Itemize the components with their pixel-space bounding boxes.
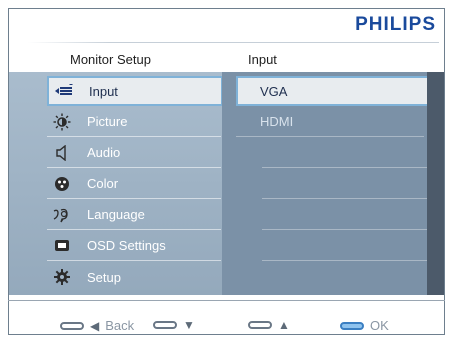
setup-icon bbox=[51, 268, 73, 286]
button-indicator-icon bbox=[153, 321, 177, 329]
left-arrow-icon: ◀ bbox=[90, 318, 100, 333]
menu-item-label: OSD Settings bbox=[87, 238, 166, 253]
menu-item-picture[interactable]: Picture bbox=[47, 107, 221, 137]
button-indicator-icon bbox=[60, 321, 84, 330]
menu-item-label: Language bbox=[87, 207, 145, 222]
header-divider bbox=[28, 42, 439, 43]
menu-item-input[interactable]: Input bbox=[47, 76, 223, 106]
button-indicator-icon bbox=[248, 321, 272, 329]
down-button[interactable]: ▼ bbox=[153, 318, 201, 332]
menu-item-setup[interactable]: Setup bbox=[47, 262, 221, 292]
audio-icon bbox=[51, 144, 73, 162]
menu-item-color[interactable]: Color bbox=[47, 169, 221, 199]
submenu-item-vga[interactable]: VGA bbox=[236, 76, 429, 106]
osd-settings-icon bbox=[51, 237, 73, 255]
submenu-divider bbox=[262, 231, 427, 261]
submenu-item-label: VGA bbox=[260, 83, 288, 99]
ok-button[interactable]: OK bbox=[340, 318, 389, 333]
up-arrow-icon: ▲ bbox=[278, 318, 290, 332]
color-icon bbox=[51, 175, 73, 193]
submenu-divider bbox=[262, 169, 427, 199]
submenu-divider bbox=[262, 200, 427, 230]
submenu-item-hdmi[interactable]: HDMI bbox=[236, 107, 424, 137]
language-icon bbox=[51, 206, 73, 224]
button-indicator-icon bbox=[340, 321, 364, 330]
menu-item-osd-settings[interactable]: OSD Settings bbox=[47, 231, 221, 261]
scroll-strip bbox=[427, 72, 444, 295]
picture-icon bbox=[51, 113, 73, 131]
submenu-item-label: HDMI bbox=[260, 114, 294, 129]
back-label: Back bbox=[105, 318, 135, 333]
down-arrow-icon: ▼ bbox=[183, 318, 195, 332]
ok-label: OK bbox=[370, 318, 389, 333]
menu-item-label: Color bbox=[87, 176, 119, 191]
menu-item-label: Picture bbox=[87, 114, 128, 129]
footer-divider bbox=[8, 300, 445, 301]
back-button[interactable]: ◀ Back bbox=[60, 318, 134, 333]
menu-column-title: Monitor Setup bbox=[70, 52, 151, 67]
menu-item-language[interactable]: Language bbox=[47, 200, 221, 230]
submenu-column-title: Input bbox=[248, 52, 277, 67]
menu-item-audio[interactable]: Audio bbox=[47, 138, 221, 168]
submenu-divider bbox=[262, 138, 427, 168]
main-menu-panel: Input Picture Audio Color Language OSD S… bbox=[9, 72, 223, 295]
up-button[interactable]: ▲ bbox=[248, 318, 296, 332]
menu-item-label: Audio bbox=[87, 145, 121, 160]
brand-logo: PHILIPS bbox=[355, 14, 436, 35]
input-icon bbox=[53, 82, 75, 100]
menu-item-label: Setup bbox=[87, 269, 121, 285]
menu-item-label: Input bbox=[89, 83, 118, 99]
menu-area: Input Picture Audio Color Language OSD S… bbox=[9, 72, 444, 295]
submenu-panel: VGA HDMI bbox=[222, 72, 429, 295]
